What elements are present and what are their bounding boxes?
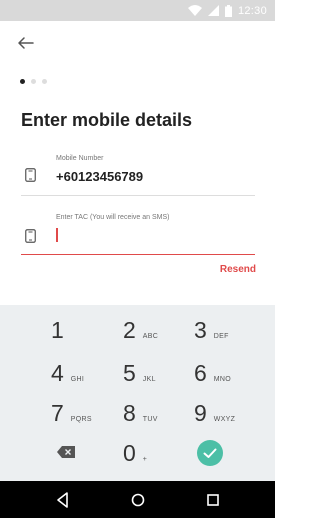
status-time: 12:30	[237, 4, 267, 17]
battery-icon	[224, 4, 232, 17]
signal-icon	[207, 5, 219, 16]
step-dot-3	[42, 79, 47, 84]
key-letters: WXYZ	[213, 416, 236, 423]
backspace-icon[interactable]	[57, 446, 75, 458]
back-triangle-icon[interactable]	[53, 490, 73, 510]
key-6[interactable]: 6 MNO	[194, 360, 231, 387]
status-bar: 12:30	[0, 0, 275, 21]
key-number: 8	[123, 400, 136, 426]
key-letters: PQRS	[70, 416, 92, 423]
back-arrow-icon[interactable]	[14, 33, 36, 53]
tac-label: Enter TAC (You will receive an SMS)	[56, 214, 170, 221]
key-number: 4	[51, 360, 64, 386]
recents-square-icon[interactable]	[203, 490, 223, 510]
key-number: 2	[123, 317, 136, 343]
key-number: 1	[51, 317, 64, 343]
tac-input[interactable]	[56, 228, 58, 242]
key-letters: DEF	[213, 333, 229, 340]
tac-underline	[21, 254, 255, 255]
numeric-keypad: 1 2 ABC 3 DEF 4 GHI 5 JKL 6 MNO 7 PQRS 8…	[0, 305, 275, 481]
step-dot-1	[20, 79, 25, 84]
key-letters: JKL	[142, 376, 156, 383]
phone-icon	[25, 229, 36, 243]
key-letters: TUV	[142, 416, 158, 423]
page-title: Enter mobile details	[21, 110, 193, 130]
phone-icon	[25, 168, 36, 182]
mobile-number-label: Mobile Number	[56, 155, 104, 162]
key-number: 5	[123, 360, 136, 386]
key-number: 9	[194, 400, 207, 426]
check-icon[interactable]	[197, 440, 223, 466]
key-5[interactable]: 5 JKL	[123, 360, 156, 387]
step-indicator	[20, 79, 47, 84]
key-9[interactable]: 9 WXYZ	[194, 400, 235, 427]
key-2[interactable]: 2 ABC	[123, 317, 158, 344]
key-number: 6	[194, 360, 207, 386]
mobile-number-underline	[21, 195, 255, 196]
status-icons: 12:30	[187, 3, 267, 18]
key-letters: GHI	[70, 376, 85, 383]
home-circle-icon[interactable]	[128, 490, 148, 510]
key-letters: MNO	[213, 376, 232, 383]
wifi-icon	[187, 5, 202, 16]
key-number: 7	[51, 400, 64, 426]
key-3[interactable]: 3 DEF	[194, 317, 229, 344]
key-8[interactable]: 8 TUV	[123, 400, 158, 427]
key-number: 0	[123, 440, 136, 466]
mobile-number-input[interactable]: +60123456789	[56, 169, 143, 184]
key-number: 3	[194, 317, 207, 343]
key-0[interactable]: 0 +	[123, 440, 147, 467]
resend-button[interactable]: Resend	[220, 264, 256, 275]
key-letters: +	[142, 456, 148, 463]
key-1[interactable]: 1	[51, 317, 64, 344]
key-7[interactable]: 7 PQRS	[51, 400, 92, 427]
key-4[interactable]: 4 GHI	[51, 360, 84, 387]
step-dot-2	[31, 79, 36, 84]
key-letters: ABC	[142, 333, 159, 340]
navigation-bar	[0, 481, 275, 518]
